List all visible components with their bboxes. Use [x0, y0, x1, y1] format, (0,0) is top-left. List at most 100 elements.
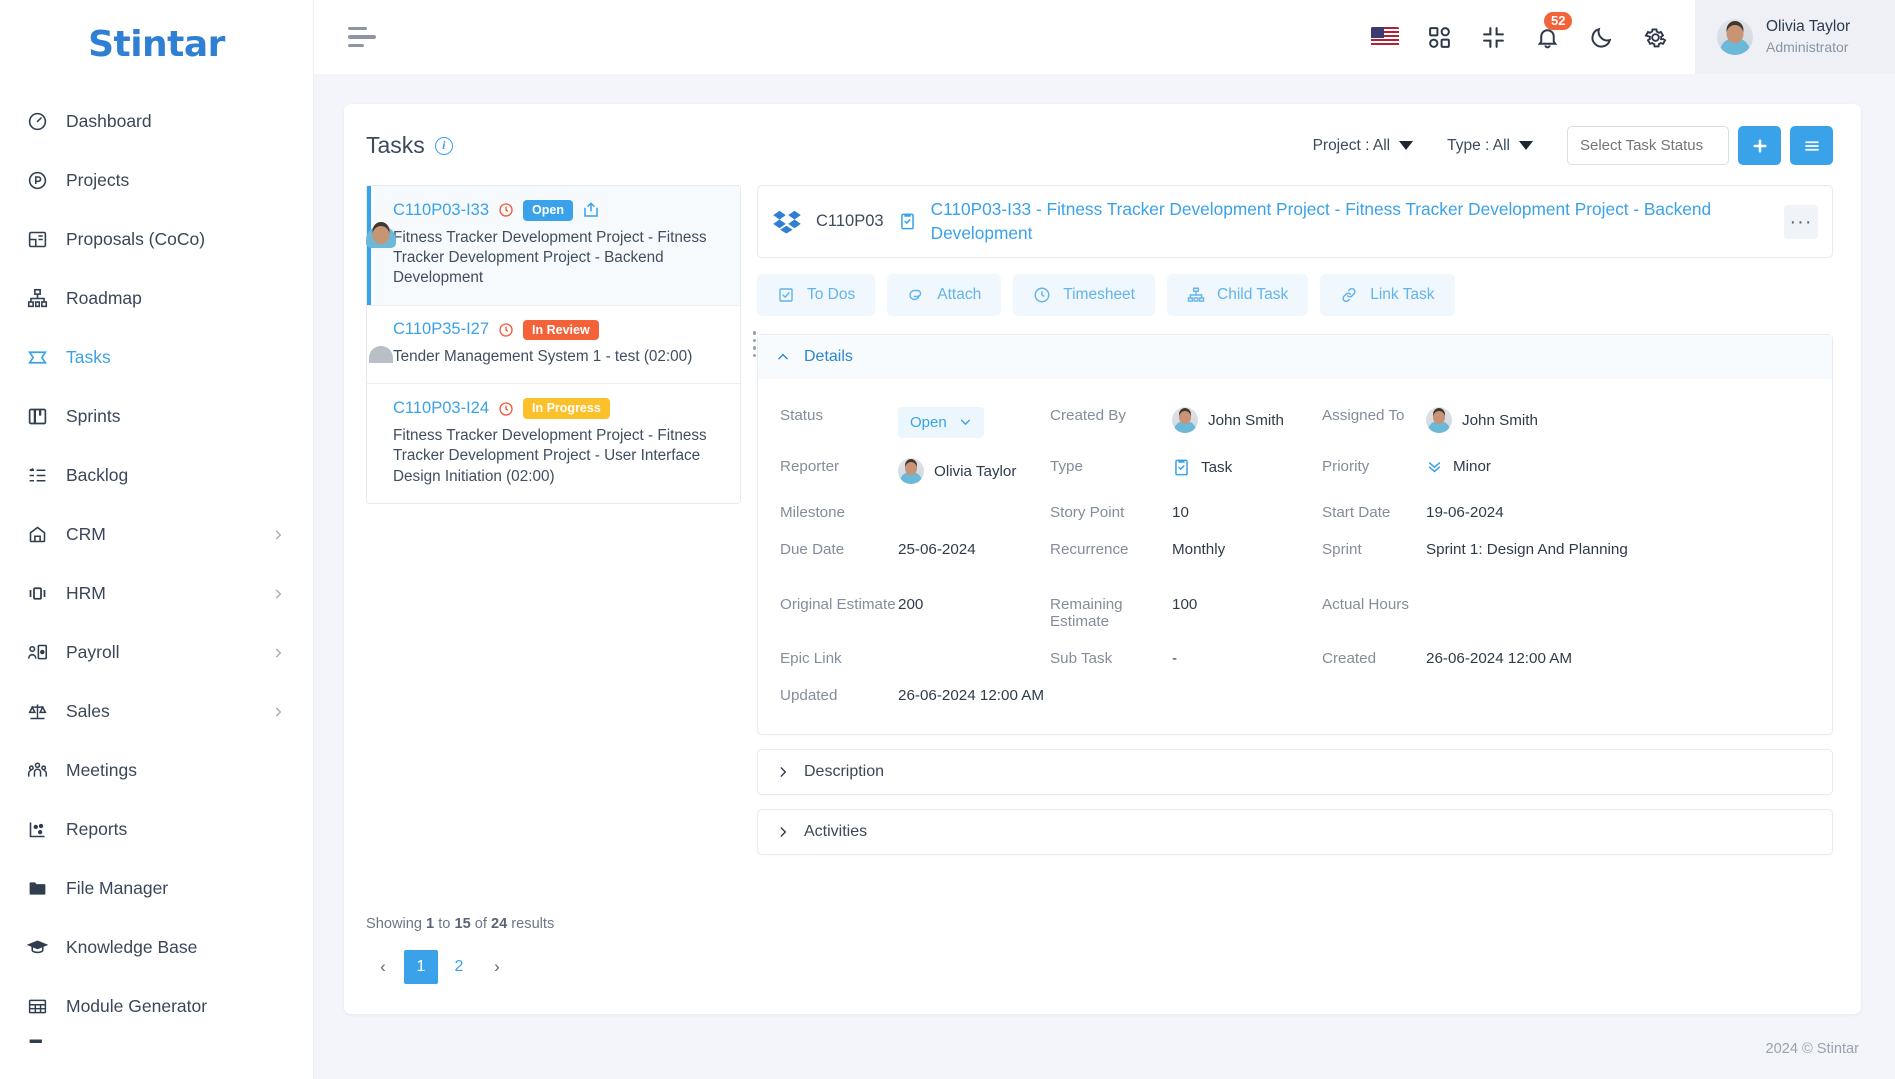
sales-scale-icon: [26, 701, 48, 723]
chevron-down-icon: [960, 419, 970, 426]
list-view-button[interactable]: [1790, 126, 1833, 165]
task-list-item[interactable]: C110P03-I33 Open Fitness Tracker Develop…: [367, 186, 740, 306]
tab-child-task[interactable]: Child Task: [1167, 274, 1309, 317]
field-value-original-estimate: 200: [898, 596, 924, 614]
status-dropdown[interactable]: Open: [898, 407, 984, 439]
sidebar-item-tasks[interactable]: Tasks: [0, 328, 313, 387]
sidebar-item-module-generator[interactable]: Module Generator: [0, 977, 313, 1036]
page-title: Tasks: [366, 132, 425, 158]
ellipsis-icon[interactable]: ···: [1784, 204, 1818, 239]
moon-icon[interactable]: [1587, 23, 1615, 51]
sidebar-item-meetings[interactable]: Meetings: [0, 741, 313, 800]
page-2[interactable]: 2: [442, 950, 476, 984]
chevron-down-icon: [1399, 141, 1414, 150]
chevron-right-icon: [780, 767, 787, 777]
sidebar-item-knowledge-base[interactable]: Knowledge Base: [0, 918, 313, 977]
link-icon: [1342, 287, 1356, 303]
project-filter-label: Project : All: [1312, 136, 1391, 154]
page-1[interactable]: 1: [404, 950, 438, 984]
sidebar-label: Knowledge Base: [66, 937, 198, 957]
page-next[interactable]: ›: [480, 950, 514, 984]
payroll-icon: [26, 642, 48, 664]
field-label-created: Created: [1322, 650, 1377, 668]
sidebar-item-reports[interactable]: Reports: [0, 800, 313, 859]
apps-grid-icon[interactable]: [1425, 23, 1453, 51]
user-info: Olivia Taylor Administrator: [1766, 17, 1850, 57]
field-label-actual-hours: Actual Hours: [1322, 596, 1409, 614]
collapse-screen-icon[interactable]: [1479, 23, 1507, 51]
task-detail-header: C110P03 C110P03-I33 - Fitness Tracker De…: [757, 185, 1833, 259]
share-icon[interactable]: [582, 201, 600, 219]
description-section-header[interactable]: Description: [758, 750, 1832, 794]
activities-section-header[interactable]: Activities: [758, 810, 1832, 854]
reports-chart-icon: [26, 819, 48, 841]
drag-handle[interactable]: [752, 331, 756, 358]
sidebar-item-crm[interactable]: CRM: [0, 505, 313, 564]
sidebar-item-roadmap[interactable]: Roadmap: [0, 269, 313, 328]
brand-logo[interactable]: Stintar: [0, 0, 313, 88]
field-value-created: 26-06-2024 12:00 AM: [1426, 650, 1573, 668]
task-key[interactable]: C110P35-I27: [393, 320, 489, 339]
project-key[interactable]: C110P03: [816, 212, 884, 231]
proposal-icon: [26, 229, 48, 251]
tab-attach[interactable]: Attach: [887, 274, 1002, 317]
sidebar-label: Tasks: [66, 347, 111, 367]
clock-icon: [499, 323, 513, 337]
avatar: [898, 458, 924, 485]
tab-label: Child Task: [1217, 286, 1289, 304]
add-task-button[interactable]: [1738, 126, 1781, 165]
created-by-name: John Smith: [1208, 411, 1284, 429]
details-section-header[interactable]: Details: [758, 335, 1832, 380]
sidebar-item-hrm[interactable]: HRM: [0, 564, 313, 623]
sidebar-item-file-manager[interactable]: File Manager: [0, 859, 313, 918]
topbar: 52 Olivia Taylor Administrator: [314, 0, 1895, 74]
partial-icon: [26, 1036, 48, 1056]
field-label-original-estimate: Original Estimate: [780, 596, 896, 614]
sidebar-item-backlog[interactable]: Backlog: [0, 446, 313, 505]
sidebar-item-sprints[interactable]: Sprints: [0, 387, 313, 446]
sidebar-item-proposals[interactable]: Proposals (CoCo): [0, 210, 313, 269]
page-prev[interactable]: ‹: [366, 950, 400, 984]
avatar: [1717, 19, 1753, 55]
field-value-recurrence: Monthly: [1172, 541, 1226, 559]
tab-label: Link Task: [1370, 286, 1435, 304]
sidebar-label: Sales: [66, 701, 110, 721]
hamburger-icon[interactable]: [348, 26, 376, 48]
folder-icon: [26, 878, 48, 900]
project-filter[interactable]: Project : All: [1313, 137, 1414, 155]
gear-icon[interactable]: [1641, 23, 1669, 51]
chevron-right-icon: [275, 588, 282, 599]
field-label-due-date: Due Date: [780, 541, 845, 559]
sidebar-label: Reports: [66, 819, 128, 839]
sidebar-label: Module Generator: [66, 996, 208, 1016]
topbar-icons: 52: [1371, 12, 1695, 51]
tab-timesheet[interactable]: Timesheet: [1013, 274, 1155, 317]
task-clipboard-icon: [1175, 459, 1188, 476]
sidebar-item-projects[interactable]: Projects: [0, 151, 313, 210]
task-status-input[interactable]: [1567, 126, 1729, 165]
bell-icon[interactable]: 52: [1533, 12, 1573, 51]
sidebar-item-truncated[interactable]: [0, 1036, 313, 1056]
task-list-item[interactable]: C110P03-I24 In Progress Fitness Tracker …: [367, 384, 740, 503]
results-suffix: results: [511, 916, 555, 932]
tab-todos[interactable]: To Dos: [757, 274, 876, 317]
user-name: Olivia Taylor: [1766, 18, 1851, 36]
sidebar-item-payroll[interactable]: Payroll: [0, 623, 313, 682]
project-circle-icon: [26, 170, 48, 192]
user-menu[interactable]: Olivia Taylor Administrator: [1695, 0, 1895, 74]
task-list-item[interactable]: C110P35-I27 In Review Tender Management …: [367, 306, 756, 385]
content-area: Tasks i Project : All Type : All Select …: [314, 74, 1895, 1019]
tab-link-task[interactable]: Link Task: [1320, 274, 1455, 317]
meetings-people-icon: [26, 760, 48, 782]
sidebar-label: File Manager: [66, 878, 169, 898]
task-detail-title[interactable]: C110P03-I33 - Fitness Tracker Developmen…: [931, 198, 1770, 245]
task-key[interactable]: C110P03-I24: [393, 399, 489, 418]
task-key[interactable]: C110P03-I33: [393, 201, 489, 220]
field-value-status: Open: [898, 397, 1050, 448]
sidebar-item-sales[interactable]: Sales: [0, 682, 313, 741]
type-filter[interactable]: Type : All: [1447, 137, 1533, 155]
sidebar-item-dashboard[interactable]: Dashboard: [0, 92, 313, 151]
field-label-updated: Updated: [780, 687, 838, 705]
info-icon[interactable]: i: [434, 136, 453, 155]
us-flag-icon[interactable]: [1371, 23, 1399, 51]
